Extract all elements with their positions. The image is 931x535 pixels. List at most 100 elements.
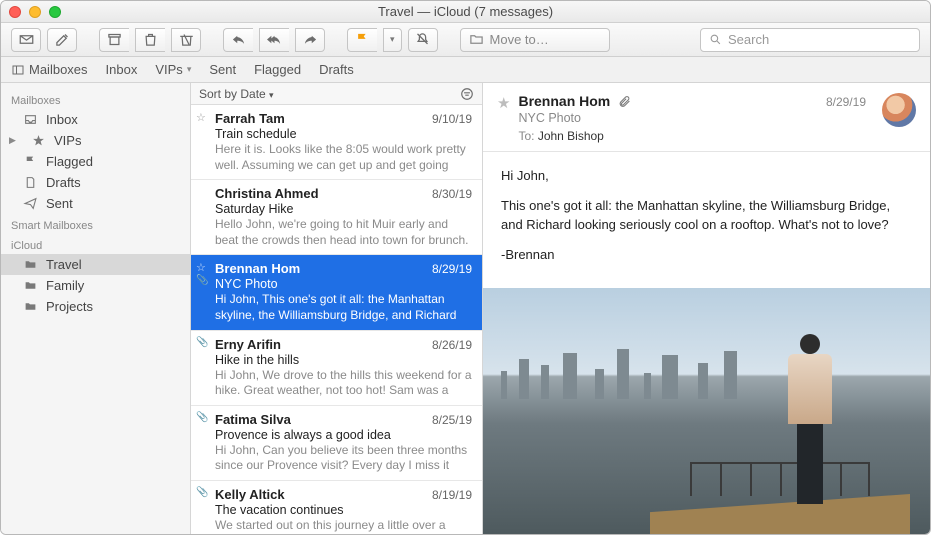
sort-bar[interactable]: Sort by Date ▾ [191, 83, 482, 105]
message-indicators: 📎 [196, 412, 208, 423]
message-preview: Hi John, We drove to the hills this week… [215, 368, 472, 399]
message-preview: Hello John, we're going to hit Muir earl… [215, 217, 472, 248]
message-header: ★ Brennan Hom NYC Photo To: John Bishop … [483, 83, 930, 152]
document-icon [23, 176, 38, 189]
sidebar-section-smart: Smart Mailboxes [1, 214, 190, 234]
message-subject: NYC Photo [215, 277, 472, 291]
message-list-item[interactable]: ☆Farrah Tam9/10/19Train scheduleHere it … [191, 105, 482, 180]
sidebar-item-label: VIPs [54, 133, 81, 148]
message-preview: We started out on this journey a little … [215, 518, 472, 534]
search-icon [709, 33, 722, 46]
message-sender: Erny Arifin [215, 337, 281, 352]
sidebar-section-mailboxes: Mailboxes [1, 89, 190, 109]
message-date: 8/30/19 [432, 187, 472, 201]
inbox-icon [23, 113, 38, 126]
sidebar-item-label: Flagged [46, 154, 93, 169]
message-date: 8/26/19 [432, 338, 472, 352]
chevron-down-icon: ▾ [269, 90, 274, 100]
mail-window: Travel — iCloud (7 messages) ▾ Move to… … [0, 0, 931, 535]
forward-button[interactable] [295, 28, 325, 52]
archive-button[interactable] [99, 28, 129, 52]
delete-button[interactable] [135, 28, 165, 52]
sidebar-item-family[interactable]: Family [1, 275, 190, 296]
sidebar-item-flagged[interactable]: Flagged [1, 151, 190, 172]
mute-button[interactable] [408, 28, 438, 52]
flag-button[interactable] [347, 28, 377, 52]
flag-menu-button[interactable]: ▾ [383, 28, 402, 52]
vip-star-icon[interactable]: ★ [497, 94, 510, 112]
chevron-down-icon: ▾ [187, 64, 192, 75]
favorites-vips[interactable]: VIPs▾ [155, 62, 191, 77]
message-list-item[interactable]: Christina Ahmed8/30/19Saturday HikeHello… [191, 180, 482, 255]
filter-icon[interactable] [460, 87, 474, 101]
paper-plane-icon [23, 197, 38, 210]
sidebar-item-inbox[interactable]: Inbox [1, 109, 190, 130]
compose-button[interactable] [47, 28, 77, 52]
sidebar: Mailboxes Inbox ▶ VIPs Flagged Drafts Se… [1, 83, 191, 534]
message-sender: Kelly Altick [215, 487, 285, 502]
reply-button[interactable] [223, 28, 253, 52]
message-preview: Hi John, Can you believe its been three … [215, 443, 472, 474]
star-icon: ☆ [196, 111, 206, 124]
attached-photo[interactable] [483, 288, 930, 534]
main-area: Mailboxes Inbox ▶ VIPs Flagged Drafts Se… [1, 83, 930, 534]
reading-pane: ★ Brennan Hom NYC Photo To: John Bishop … [483, 83, 930, 534]
attachment-icon [618, 95, 631, 108]
sidebar-item-projects[interactable]: Projects [1, 296, 190, 317]
sender-avatar[interactable] [882, 93, 916, 127]
sidebar-item-label: Travel [46, 257, 82, 272]
move-to-menu[interactable]: Move to… [460, 28, 610, 52]
message-preview: Here it is. Looks like the 8:05 would wo… [215, 142, 472, 173]
message-indicators: 📎 [196, 487, 208, 498]
minimize-window-button[interactable] [29, 6, 41, 18]
favorites-bar: Mailboxes Inbox VIPs▾ Sent Flagged Draft… [1, 57, 930, 83]
attachment-icon: 📎 [196, 337, 208, 348]
favorites-inbox[interactable]: Inbox [106, 62, 138, 77]
sidebar-item-drafts[interactable]: Drafts [1, 172, 190, 193]
sidebar-item-sent[interactable]: Sent [1, 193, 190, 214]
sidebar-item-label: Sent [46, 196, 73, 211]
reply-all-button[interactable] [259, 28, 289, 52]
message-sender: Fatima Silva [215, 412, 291, 427]
sidebar-item-label: Projects [46, 299, 93, 314]
attachment-icon: 📎 [196, 487, 208, 498]
message-sender: Brennan Hom [518, 93, 610, 109]
sidebar-item-vips[interactable]: ▶ VIPs [1, 130, 190, 151]
message-subject: The vacation continues [215, 503, 472, 517]
junk-button[interactable] [171, 28, 201, 52]
close-window-button[interactable] [9, 6, 21, 18]
favorites-drafts[interactable]: Drafts [319, 62, 354, 77]
folder-icon [23, 279, 38, 292]
body-greeting: Hi John, [501, 166, 912, 186]
move-folder-icon [469, 32, 484, 47]
star-icon [31, 134, 46, 147]
folder-icon [23, 300, 38, 313]
search-field[interactable]: Search [700, 28, 920, 52]
favorites-mailboxes-button[interactable]: Mailboxes [11, 62, 88, 77]
message-subject: Provence is always a good idea [215, 428, 472, 442]
favorites-sent[interactable]: Sent [209, 62, 236, 77]
sort-label: Sort by Date [199, 87, 266, 101]
message-subject: Saturday Hike [215, 202, 472, 216]
message-sender: Farrah Tam [215, 111, 285, 126]
favorites-flagged[interactable]: Flagged [254, 62, 301, 77]
sidebar-item-label: Drafts [46, 175, 81, 190]
message-preview: Hi John, This one's got it all: the Manh… [215, 292, 472, 323]
zoom-window-button[interactable] [49, 6, 61, 18]
message-date: 9/10/19 [432, 112, 472, 126]
sidebar-item-label: Inbox [46, 112, 78, 127]
search-placeholder: Search [728, 32, 769, 47]
get-mail-button[interactable] [11, 28, 41, 52]
message-indicators: ☆ [196, 111, 206, 124]
window-controls [9, 6, 61, 18]
to-label: To: [518, 129, 534, 143]
disclosure-triangle-icon[interactable]: ▶ [9, 135, 17, 146]
sidebar-item-travel[interactable]: Travel [1, 254, 190, 275]
message-list-item[interactable]: 📎Kelly Altick8/19/19The vacation continu… [191, 481, 482, 534]
message-list-item[interactable]: ☆📎Brennan Hom8/29/19NYC PhotoHi John, Th… [191, 255, 482, 330]
message-list-item[interactable]: 📎 Erny Arifin 8/26/19Hike in the hillsHi J… [191, 331, 482, 406]
message-sender: Brennan Hom [215, 261, 300, 276]
message-list-item[interactable]: 📎Fatima Silva8/25/19Provence is always a… [191, 406, 482, 481]
to-recipient: John Bishop [538, 129, 604, 143]
message-subject: Hike in the hills [215, 353, 472, 367]
